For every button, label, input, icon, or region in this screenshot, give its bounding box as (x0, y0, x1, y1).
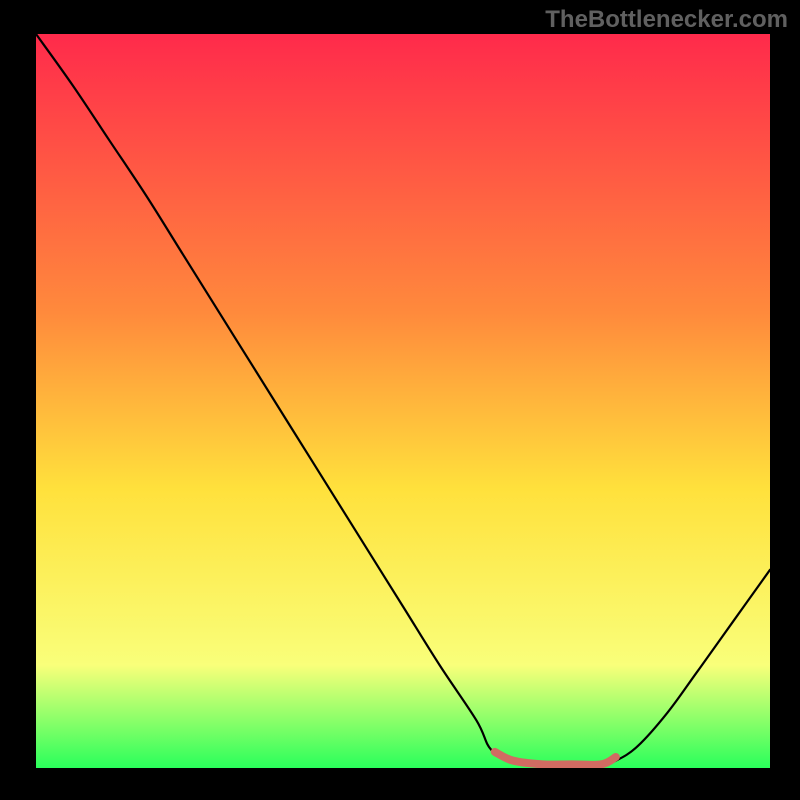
plot-area (36, 34, 770, 768)
gradient-background (36, 34, 770, 768)
watermark-text: TheBottlenecker.com (545, 6, 788, 34)
chart-svg (36, 34, 770, 768)
chart-container: TheBottlenecker.com (0, 0, 800, 800)
